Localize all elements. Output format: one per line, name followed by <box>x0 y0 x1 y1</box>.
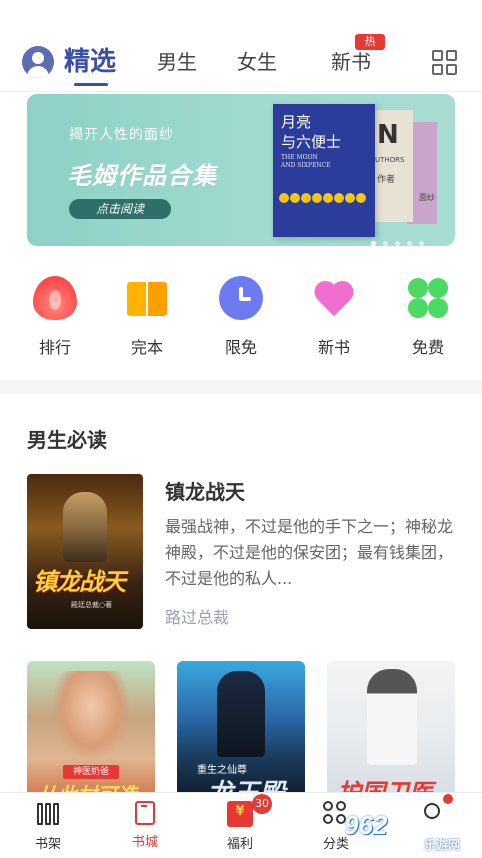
tab-fade <box>414 50 428 76</box>
section-divider <box>0 380 482 394</box>
promo-banner[interactable]: 揭开人性的面纱 毛姆作品合集 点击阅读 面纱 N UTHORS 作者 月亮 与六… <box>27 94 455 246</box>
active-tab-indicator <box>74 83 108 86</box>
tab-female[interactable]: 女生 <box>237 46 277 78</box>
category-free[interactable]: 免费 <box>388 272 468 358</box>
featured-cover-author: 殿廷总裁○著 <box>71 601 113 609</box>
featured-book-author: 路过总裁 <box>165 608 230 627</box>
featured-book-description[interactable]: 最强战神，不过是他的手下之一；神秘龙神殿，不过是他的保安团；最有钱集团，不过是他… <box>165 514 455 592</box>
book-icon <box>125 276 169 320</box>
gift-icon <box>227 801 253 827</box>
rewards-count-badge: 30 <box>252 794 272 814</box>
clock-icon <box>219 276 263 320</box>
banner-title: 毛姆作品合集 <box>67 162 217 190</box>
clover-icon <box>406 276 450 320</box>
book-card[interactable]: 重生之仙尊 龙王殿 <box>177 661 305 801</box>
user-avatar-icon[interactable] <box>22 46 54 78</box>
category-shortcuts: 排行 完本 限免 新书 免费 <box>0 272 482 372</box>
moon-phases-graphic <box>279 188 371 203</box>
tab-new-books[interactable]: 新书 <box>331 46 371 78</box>
grid-menu-icon[interactable] <box>432 50 458 76</box>
category-limited-free[interactable]: 限免 <box>201 272 281 358</box>
bookshelf-icon <box>35 801 61 827</box>
tab-male[interactable]: 男生 <box>157 46 197 78</box>
fire-icon <box>33 276 77 320</box>
category-new-books[interactable]: 新书 <box>294 272 374 358</box>
book-card[interactable]: 神医奶爸 从此村可造 <box>27 661 155 801</box>
bookstore-icon <box>135 801 155 825</box>
site-watermark: 962 乐游网 <box>344 810 461 852</box>
book-card[interactable]: 护国卫医 <box>327 661 455 801</box>
banner-back-book: N UTHORS 作者 <box>373 110 413 222</box>
featured-book-cover[interactable]: 镇龙战天 殿廷总裁○著 <box>27 474 143 629</box>
banner-book-title: 月亮 与六便士 <box>281 113 342 151</box>
banner-pagination-dots <box>371 231 431 246</box>
featured-cover-title: 镇龙战天 <box>33 568 126 596</box>
profile-notification-dot <box>443 794 453 804</box>
banner-book-cover: 月亮 与六便士 THE MOON AND SIXPENCE <box>273 104 375 237</box>
banner-subtitle: 揭开人性的面纱 <box>69 127 174 143</box>
section-title: 男生必读 <box>27 428 107 452</box>
top-tab-bar: 精选 男生 女生 新书 热 <box>0 0 482 92</box>
banner-read-button[interactable]: 点击阅读 <box>69 199 171 219</box>
tab-featured[interactable]: 精选 <box>64 46 116 78</box>
banner-book-english-title: THE MOON AND SIXPENCE <box>281 154 331 169</box>
category-ranking[interactable]: 排行 <box>15 272 95 358</box>
featured-book-title[interactable]: 镇龙战天 <box>165 476 245 505</box>
hot-badge: 热 <box>355 34 385 50</box>
category-completed[interactable]: 完本 <box>107 272 187 358</box>
nav-bookstore[interactable]: 书城 <box>115 801 175 850</box>
nav-bookshelf[interactable]: 书架 <box>18 801 78 852</box>
heart-icon <box>312 276 356 320</box>
